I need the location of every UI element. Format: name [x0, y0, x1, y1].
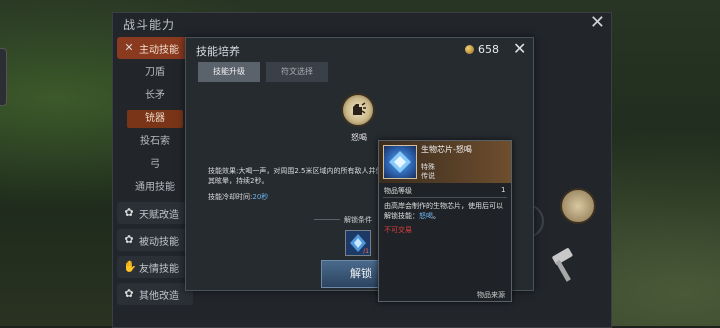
fist-skill-icon[interactable] — [560, 188, 596, 224]
item-description: 由高岸会制作的生物芯片，使用后可以解锁技能：怒喝。 — [384, 201, 508, 221]
gear-icon: ✿ — [124, 206, 134, 219]
category-label: 友情技能 — [139, 263, 179, 275]
category-label: 被动技能 — [139, 236, 179, 248]
item-level-label: 物品等级 — [384, 187, 412, 195]
category-active-skills[interactable]: ✕ 主动技能 — [117, 37, 193, 59]
coin-icon — [465, 45, 474, 54]
category-other[interactable]: ✿ 其他改造 — [117, 283, 193, 305]
sub-item-bow[interactable]: 弓 — [127, 156, 183, 174]
item-level-value: 1 — [501, 186, 506, 194]
panel-title: 战斗能力 — [123, 18, 176, 32]
handshake-icon: ✋ — [123, 260, 137, 273]
side-drawer-handle[interactable] — [0, 48, 7, 106]
description-text: 由高岸会制作的生物芯片，使用后可以解锁技能： — [384, 202, 503, 220]
x-icon: ✕ — [124, 41, 134, 54]
dialog-tabs: 技能升级 符文选择 — [198, 62, 334, 82]
close-icon[interactable]: ✕ — [513, 39, 526, 58]
unlock-conditions-label: 解锁条件 — [344, 216, 372, 224]
bio-chip-icon — [383, 145, 417, 179]
category-label: 其他改造 — [139, 290, 179, 302]
category-label: 天赋改造 — [139, 209, 179, 221]
sub-item-general[interactable]: 通用技能 — [127, 179, 183, 197]
skill-roar-icon — [341, 93, 375, 127]
gear-icon: ✿ — [124, 233, 134, 246]
tab-rune-select[interactable]: 符文选择 — [266, 62, 328, 82]
skill-cooldown: 技能冷却时间:20秒 — [208, 192, 268, 202]
tab-skill-upgrade[interactable]: 技能升级 — [198, 62, 260, 82]
currency-value: 658 — [478, 43, 499, 56]
item-tooltip: 生物芯片-怒喝 特殊 传说 物品等级 1 由高岸会制作的生物芯片，使用后可以解锁… — [378, 140, 512, 302]
chip-count: /1 — [363, 248, 369, 255]
category-label: 主动技能 — [139, 44, 179, 56]
close-icon[interactable]: ✕ — [590, 13, 605, 33]
sub-item-sling[interactable]: 投石索 — [127, 133, 183, 151]
sub-item-spear[interactable]: 长矛 — [127, 87, 183, 105]
sub-item-sword-shield[interactable]: 刀盾 — [127, 64, 183, 82]
skill-name: 怒喝 — [351, 133, 367, 142]
dialog-title: 技能培养 — [196, 45, 240, 58]
description-highlight: 怒喝 — [419, 212, 433, 220]
item-rarity: 传说 — [421, 172, 435, 180]
divider — [383, 197, 507, 198]
skill-effect-text: 技能效果:大喝一声，对周围2.5米区域内的所有敌人并使其眩晕，持续2秒。 — [208, 167, 383, 185]
divider — [314, 219, 340, 220]
not-tradable-label: 不可交易 — [384, 226, 412, 234]
gear-icon: ✿ — [124, 287, 134, 300]
cooldown-label: 技能冷却时间: — [208, 193, 253, 201]
cooldown-value: 20秒 — [252, 193, 269, 201]
description-end: 。 — [433, 212, 440, 220]
item-name: 生物芯片-怒喝 — [421, 145, 472, 154]
category-talent[interactable]: ✿ 天赋改造 — [117, 202, 193, 224]
hammer-icon[interactable] — [548, 246, 580, 286]
sub-item-firearm[interactable]: 铳器 — [127, 110, 183, 128]
item-source-link[interactable]: 物品来源 — [477, 290, 505, 300]
bio-chip-slot[interactable]: /1 — [345, 230, 371, 256]
category-passive[interactable]: ✿ 被动技能 — [117, 229, 193, 251]
category-friendship[interactable]: ✋ 友情技能 — [117, 256, 193, 278]
